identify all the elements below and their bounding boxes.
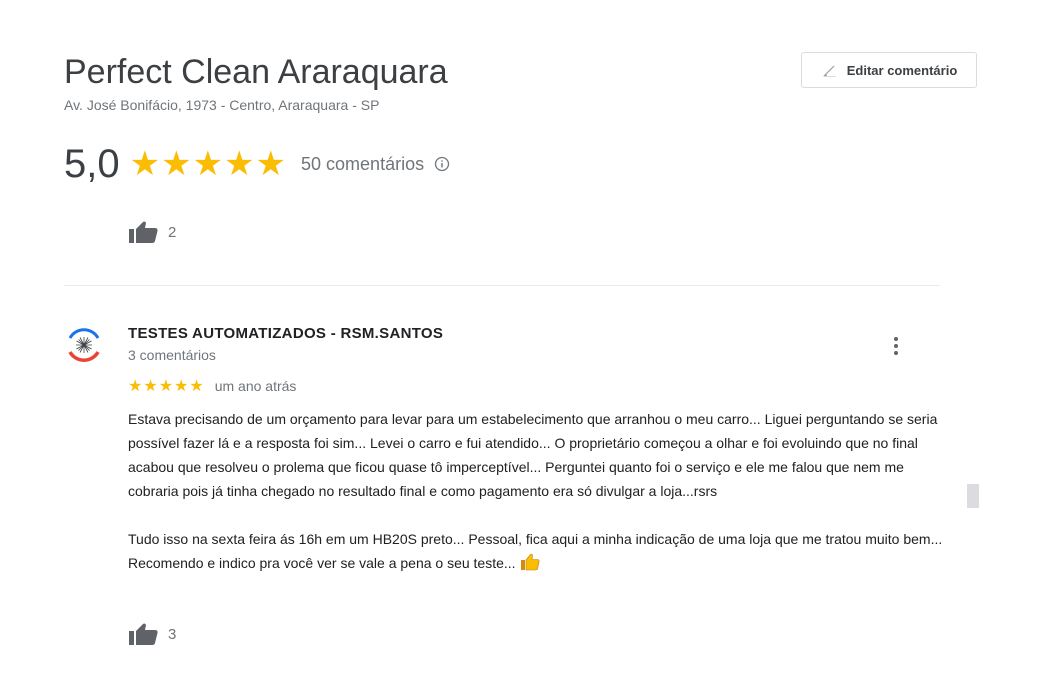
place-like-button[interactable]: 2 [128, 220, 176, 244]
review-paragraph-1: Estava precisando de um orçamento para l… [128, 411, 938, 499]
info-icon[interactable] [434, 156, 450, 172]
thumbs-up-emoji-icon [520, 553, 540, 571]
rating-value: 5,0 [64, 142, 120, 186]
review-date: um ano atrás [214, 378, 297, 394]
reviewer-avatar[interactable] [64, 325, 104, 365]
pencil-icon [823, 65, 836, 77]
more-options-button[interactable] [886, 334, 906, 358]
review-paragraph-2-wrap: Tudo isso na sexta feira ás 16h em um HB… [128, 527, 948, 575]
edit-review-button[interactable]: Editar comentário [801, 52, 977, 88]
review-count[interactable]: 50 comentários [301, 154, 424, 175]
reviewer-name[interactable]: TESTES AUTOMATIZADOS - RSM.SANTOS [128, 325, 443, 342]
thumbs-up-icon [129, 623, 158, 645]
review-like-button[interactable]: 3 [128, 622, 176, 646]
place-title: Perfect Clean Araraquara [64, 53, 448, 91]
divider [64, 285, 940, 286]
more-vert-icon [894, 337, 898, 341]
review-meta: ★★★★★ um ano atrás [128, 376, 296, 396]
review-text: Estava precisando de um orçamento para l… [128, 407, 948, 575]
edit-review-label: Editar comentário [846, 62, 958, 78]
avatar-logo-icon [64, 325, 104, 365]
review-stars: ★★★★★ [128, 378, 205, 395]
reviewer-review-count: 3 comentários [128, 347, 216, 363]
place-address: Av. José Bonifácio, 1973 - Centro, Arara… [64, 97, 380, 113]
place-like-count: 2 [168, 223, 177, 241]
rating-summary: 5,0 ★★★★★ 50 comentários [64, 142, 450, 186]
review-like-count: 3 [168, 625, 177, 643]
scrollbar-thumb[interactable] [967, 484, 979, 508]
rating-stars: ★★★★★ [129, 145, 288, 183]
thumbs-up-icon [129, 221, 158, 243]
